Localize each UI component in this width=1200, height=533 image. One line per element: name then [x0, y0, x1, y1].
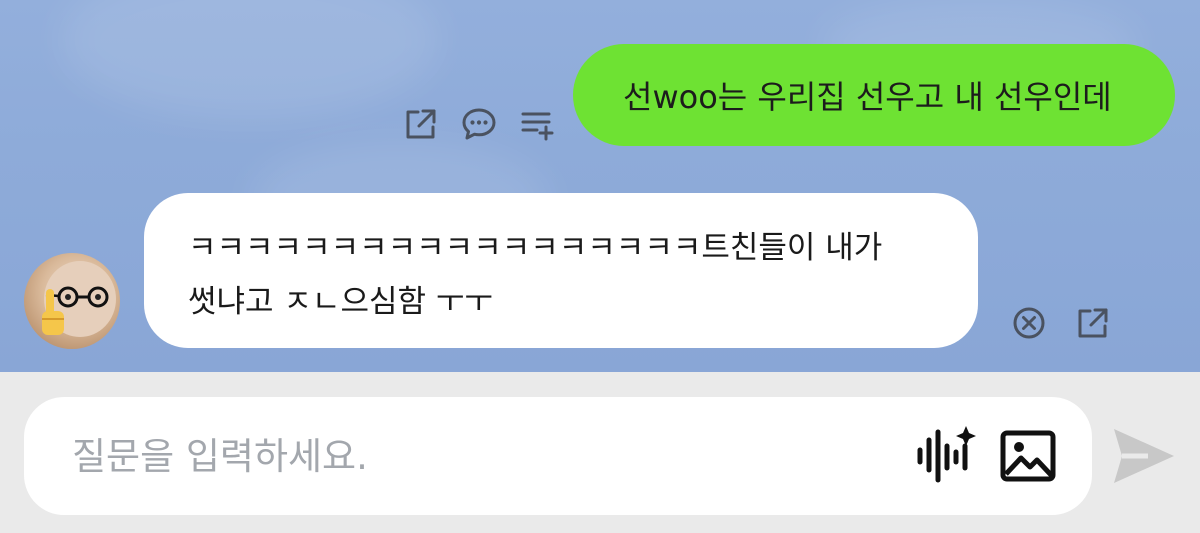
outgoing-message-text: 선woo는 우리집 선우고 내 선우인데 — [623, 78, 1112, 116]
incoming-message-bubble[interactable]: ㅋㅋㅋㅋㅋㅋㅋㅋㅋㅋㅋㅋㅋㅋㅋㅋㅋㅋ트친들이 내가 썻냐고 ㅈㄴ으심함 ㅜㅜ — [144, 193, 978, 348]
incoming-message-actions — [1010, 303, 1112, 343]
send-icon[interactable] — [1108, 421, 1178, 491]
message-composer — [24, 397, 1092, 515]
add-to-list-icon[interactable] — [518, 104, 556, 144]
avatar[interactable] — [24, 253, 120, 349]
sky-cloud — [60, 0, 440, 120]
chat-area: 선woo는 우리집 선우고 내 선우인데 ㅋㅋㅋㅋㅋㅋㅋㅋㅋㅋㅋㅋㅋㅋㅋㅋㅋㅋ트… — [0, 0, 1200, 372]
image-icon[interactable] — [1000, 430, 1056, 482]
comment-icon[interactable] — [460, 104, 498, 144]
incoming-message-line: ㅋㅋㅋㅋㅋㅋㅋㅋㅋㅋㅋㅋㅋㅋㅋㅋㅋㅋ트친들이 내가 — [188, 230, 883, 266]
outgoing-message-actions — [402, 104, 556, 144]
outgoing-message-bubble[interactable]: 선woo는 우리집 선우고 내 선우인데 — [573, 44, 1175, 146]
incoming-message-line: 썻냐고 ㅈㄴ으심함 ㅜㅜ — [188, 284, 493, 320]
close-circle-icon[interactable] — [1010, 303, 1048, 343]
share-icon[interactable] — [1074, 303, 1112, 343]
question-input[interactable] — [72, 423, 892, 489]
voice-sparkle-icon[interactable] — [914, 424, 978, 486]
share-icon[interactable] — [402, 104, 440, 144]
